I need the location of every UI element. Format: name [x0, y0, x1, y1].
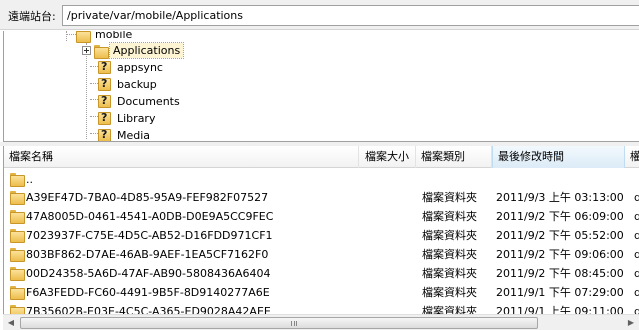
scroll-left-arrow-icon[interactable]: ◀	[3, 315, 19, 330]
tree-node-label: Media	[117, 129, 151, 142]
tree-connector	[90, 133, 98, 134]
grip-icon	[291, 321, 297, 326]
modified-time: 2011/9/2 下午 06:09:00	[496, 210, 624, 223]
tree-node-media[interactable]: ? Media	[98, 127, 153, 142]
modified-time: 2011/9/2 下午 09:06:00	[496, 248, 624, 261]
column-header-row: 檔案名稱 檔案大小 檔案類別 ⌄ 最後修改時間 權	[4, 146, 639, 168]
unknown-folder-icon: ?	[98, 111, 111, 125]
folder-icon	[94, 44, 109, 59]
tree-connector	[66, 34, 76, 35]
list-item[interactable]: F6A3FEDD-FC60-4491-9B5F-8D9140277A6E 檔案資…	[4, 283, 639, 302]
modified-time: 2011/9/3 上午 03:13:00	[496, 191, 624, 204]
folder-icon	[10, 210, 25, 224]
permissions: d	[634, 283, 639, 302]
folder-icon	[10, 248, 25, 262]
column-header-filesize[interactable]: 檔案大小	[359, 146, 416, 168]
folder-icon	[10, 173, 25, 187]
sort-arrow-icon: ⌄	[553, 149, 560, 158]
tree-node-applications[interactable]: Applications	[82, 42, 185, 59]
filename: 803BF862-D7AE-46AB-9AEF-1EA5CF7162F0	[26, 248, 269, 261]
unknown-folder-icon: ?	[98, 94, 111, 108]
permissions: d	[634, 188, 639, 207]
expand-plus-icon[interactable]	[82, 46, 91, 55]
tree-node-backup[interactable]: ? backup	[98, 76, 160, 93]
modified-time: 2011/9/2 下午 08:45:00	[496, 267, 624, 280]
permissions: d	[634, 207, 639, 226]
list-item[interactable]: A39EF47D-7BA0-4D85-95A9-FEF982F07527 檔案資…	[4, 188, 639, 207]
permissions: d	[634, 226, 639, 245]
tree-connector	[90, 99, 98, 100]
permissions: d	[634, 245, 639, 264]
tree-node-label: Applications	[108, 42, 185, 59]
tree-node-library[interactable]: ? Library	[98, 110, 158, 127]
filetype: 檔案資料夾	[422, 210, 477, 223]
list-item[interactable]: 7023937F-C75E-4D5C-AB52-D16FDD971CF1 檔案資…	[4, 226, 639, 245]
list-item[interactable]: 47A8005D-0461-4541-A0DB-D0E9A5CC9FEC 檔案資…	[4, 207, 639, 226]
filetype: 檔案資料夾	[422, 286, 477, 299]
tree-node-label: Documents	[117, 95, 180, 108]
folder-open-icon	[76, 31, 91, 43]
remote-directory-tree[interactable]: mobile Applications ? appsync ? backup ?…	[3, 31, 639, 142]
permissions: d	[634, 264, 639, 283]
tree-node-label: appsync	[117, 61, 163, 74]
folder-icon	[10, 267, 25, 281]
filename: F6A3FEDD-FC60-4491-9B5F-8D9140277A6E	[26, 286, 270, 299]
remote-site-bar: 遠端站台: /private/var/mobile/Applications	[0, 0, 639, 30]
filename: 7023937F-C75E-4D5C-AB52-D16FDD971CF1	[26, 229, 273, 242]
folder-icon	[10, 286, 25, 300]
filename: 47A8005D-0461-4541-A0DB-D0E9A5CC9FEC	[26, 210, 274, 223]
unknown-folder-icon: ?	[98, 128, 111, 141]
filename: 00D24358-5A6D-47AF-AB90-5808436A6404	[26, 267, 271, 280]
column-header-modified[interactable]: ⌄ 最後修改時間	[492, 146, 625, 168]
folder-icon	[10, 229, 25, 243]
remote-path-input[interactable]: /private/var/mobile/Applications	[62, 5, 639, 26]
remote-file-list[interactable]: 檔案名稱 檔案大小 檔案類別 ⌄ 最後修改時間 權 .. A39EF47D-7B…	[3, 146, 639, 330]
filetype: 檔案資料夾	[422, 229, 477, 242]
modified-time: 2011/9/2 下午 05:52:00	[496, 229, 624, 242]
tree-node-documents[interactable]: ? Documents	[98, 93, 183, 110]
filetype: 檔案資料夾	[422, 267, 477, 280]
filename: ..	[26, 173, 33, 186]
unknown-folder-icon: ?	[98, 77, 111, 91]
list-item[interactable]: 803BF862-D7AE-46AB-9AEF-1EA5CF7162F0 檔案資…	[4, 245, 639, 264]
filename: A39EF47D-7BA0-4D85-95A9-FEF982F07527	[26, 191, 269, 204]
tree-node-appsync[interactable]: ? appsync	[98, 59, 166, 76]
tree-connector	[90, 83, 98, 84]
column-header-filetype[interactable]: 檔案類別	[416, 146, 492, 168]
scroll-right-arrow-icon[interactable]: ▶	[623, 315, 639, 330]
column-header-permissions[interactable]: 權	[625, 146, 639, 168]
tree-node-label: backup	[117, 78, 157, 91]
tree-node-label: Library	[117, 112, 156, 125]
list-item[interactable]: 00D24358-5A6D-47AF-AB90-5808436A6404 檔案資…	[4, 264, 639, 283]
modified-time: 2011/9/1 下午 07:29:00	[496, 286, 624, 299]
horizontal-scrollbar[interactable]: ◀ ▶	[3, 314, 639, 330]
tree-connector	[90, 116, 98, 117]
tree-node-label: mobile	[95, 31, 133, 41]
scrollbar-thumb[interactable]	[20, 317, 538, 329]
filetype: 檔案資料夾	[422, 248, 477, 261]
folder-icon	[10, 191, 25, 205]
tree-connector	[66, 31, 67, 41]
remote-site-label: 遠端站台:	[8, 10, 56, 23]
unknown-folder-icon: ?	[98, 60, 111, 74]
filetype: 檔案資料夾	[422, 191, 477, 204]
list-item-parent[interactable]: ..	[4, 170, 639, 189]
tree-connector	[90, 66, 98, 67]
column-header-filename[interactable]: 檔案名稱	[4, 146, 359, 168]
